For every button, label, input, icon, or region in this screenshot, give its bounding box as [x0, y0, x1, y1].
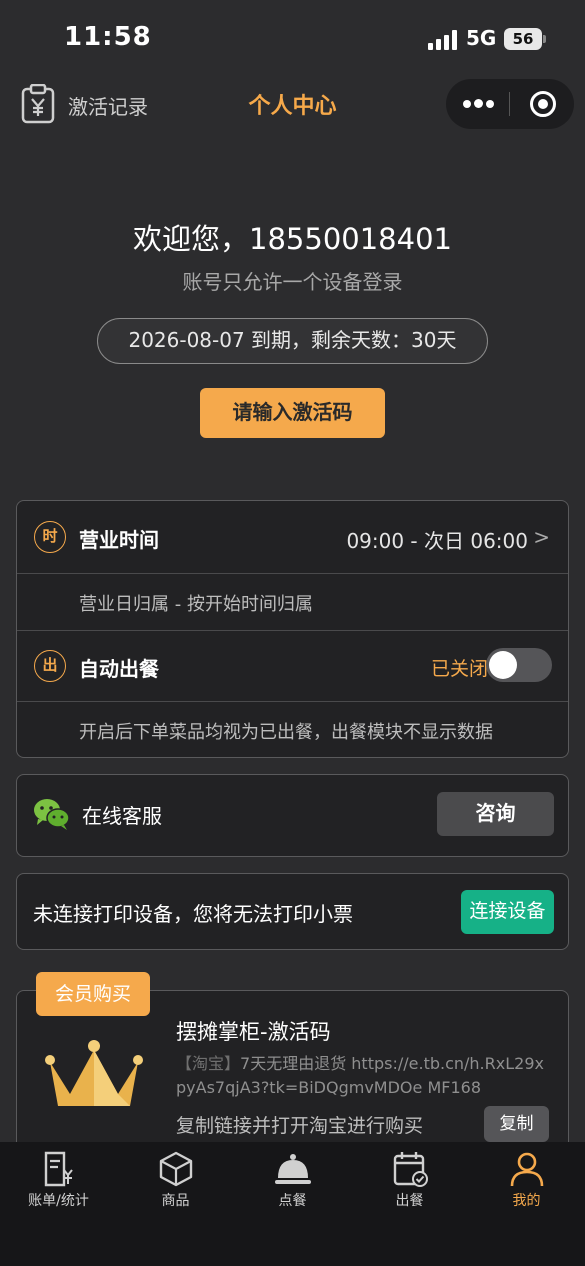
membership-tag: 会员购买 [36, 972, 150, 1016]
auto-serve-desc-row: 开启后下单菜品均视为已出餐，出餐模块不显示数据 [17, 702, 568, 758]
copy-hint: 复制链接并打开淘宝进行购买 [176, 1115, 424, 1137]
tab-goods-label: 商品 [161, 1193, 190, 1209]
welcome-greeting: 欢迎您，18550018401 [133, 222, 452, 256]
user-icon [510, 1152, 544, 1187]
product-name: 摆摊掌柜-激活码 [176, 1020, 331, 1044]
printer-warning: 未连接打印设备，您将无法打印小票 [33, 902, 353, 926]
consult-button[interactable]: 咨询 [437, 792, 554, 836]
tab-serve[interactable]: 出餐 [351, 1142, 468, 1222]
online-service-title: 在线客服 [82, 804, 162, 828]
tab-bar: 账单/统计 商品 点餐 出餐 我的 [0, 1142, 585, 1266]
nav-bar: 激活记录 个人中心 [0, 78, 585, 134]
bill-icon [44, 1151, 73, 1187]
auto-serve-row: 出 自动出餐 已关闭 [17, 631, 568, 701]
auto-serve-toggle[interactable] [486, 648, 552, 682]
wechat-icon [34, 799, 70, 830]
auto-serve-title: 自动出餐 [79, 657, 159, 681]
serve-badge-icon: 出 [34, 650, 66, 682]
page-title: 个人中心 [248, 94, 337, 119]
crown-icon [45, 1040, 143, 1106]
business-hours-row[interactable]: 时 营业时间 09:00 - 次日 06:00 > [17, 501, 568, 573]
clock-badge-icon: 时 [34, 521, 66, 553]
tab-bills-label: 账单/统计 [28, 1193, 89, 1209]
settings-card: 时 营业时间 09:00 - 次日 06:00 > 营业日归属 - 按开始时间归… [16, 500, 569, 758]
activation-record-link[interactable]: 激活记录 [68, 91, 148, 120]
business-hours-title: 营业时间 [79, 528, 159, 552]
tab-serve-label: 出餐 [395, 1193, 424, 1209]
more-options-icon[interactable] [446, 79, 510, 129]
auto-serve-description: 开启后下单菜品均视为已出餐，出餐模块不显示数据 [79, 722, 493, 743]
enter-activation-code-button[interactable]: 请输入激活码 [200, 388, 385, 438]
tab-bills[interactable]: 账单/统计 [0, 1142, 117, 1222]
printer-card: 未连接打印设备，您将无法打印小票 连接设备 [16, 873, 569, 950]
chevron-right-icon: > [533, 525, 550, 549]
tab-goods[interactable]: 商品 [117, 1142, 234, 1222]
connect-device-button[interactable]: 连接设备 [461, 890, 554, 934]
battery-tip [543, 35, 546, 43]
cloche-icon [275, 1154, 311, 1184]
device-login-note: 账号只允许一个设备登录 [182, 270, 403, 294]
signal-icon [428, 30, 458, 50]
battery-icon: 56 [504, 28, 542, 50]
business-day-rule: 营业日归属 - 按开始时间归属 [79, 594, 313, 615]
box-icon [159, 1151, 193, 1187]
taobao-prefix: 【淘宝】 [176, 1054, 241, 1073]
status-time: 11:58 [64, 22, 152, 52]
business-hours-value: 09:00 - 次日 06:00 [346, 529, 528, 553]
tab-order-label: 点餐 [278, 1193, 307, 1209]
mini-program-capsule [446, 79, 574, 129]
copy-button[interactable]: 复制 [484, 1106, 549, 1142]
calendar-check-icon [393, 1152, 428, 1187]
tab-mine-label: 我的 [512, 1193, 541, 1209]
network-type: 5G [466, 26, 497, 50]
taobao-link[interactable]: 【淘宝】7天无理由退货 https://e.tb.cn/h.RxL29xpyAs… [176, 1052, 546, 1100]
auto-serve-state: 已关闭 [430, 658, 488, 680]
expiry-badge: 2026-08-07 到期，剩余天数：30天 [97, 318, 488, 364]
clipboard-yen-icon[interactable] [20, 84, 56, 124]
close-mini-program-icon[interactable] [510, 79, 574, 129]
tab-order[interactable]: 点餐 [234, 1142, 351, 1222]
toggle-knob [489, 651, 517, 679]
tab-mine[interactable]: 我的 [468, 1142, 585, 1222]
business-day-rule-row: 营业日归属 - 按开始时间归属 [17, 574, 568, 630]
customer-service-card: 在线客服 咨询 [16, 774, 569, 857]
status-bar: 11:58 5G 56 [0, 0, 585, 78]
